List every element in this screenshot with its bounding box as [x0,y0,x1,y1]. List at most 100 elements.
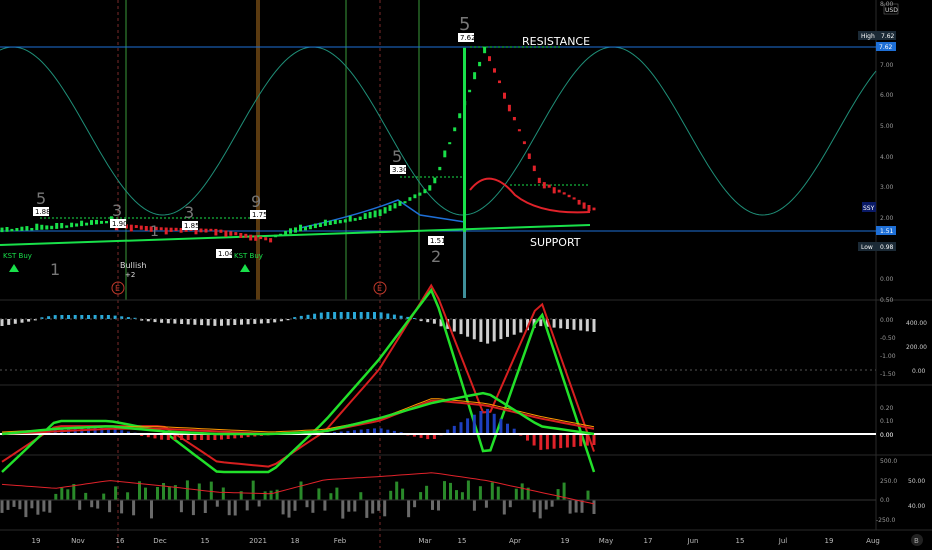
candle[interactable] [129,224,133,232]
candle[interactable] [587,205,591,212]
candle[interactable] [393,203,397,209]
candle[interactable] [418,192,422,196]
candle[interactable] [284,230,288,235]
candle[interactable] [244,233,248,238]
candle[interactable] [333,219,337,225]
candle[interactable] [264,237,268,241]
candle[interactable] [458,113,462,119]
candle[interactable] [174,227,178,231]
candle[interactable] [15,228,19,232]
candle[interactable] [582,202,586,209]
candle[interactable] [512,117,516,121]
candle[interactable] [229,231,233,236]
candle[interactable] [532,165,536,172]
candle[interactable] [453,127,457,132]
candle[interactable] [234,232,238,236]
time-axis[interactable]: 19 Nov 16 Dec 15 2021 18 Feb Mar 15 Apr 19 May 17 Jun 1… [32,537,880,545]
candle[interactable] [473,72,477,80]
candle[interactable] [214,228,218,236]
candle[interactable] [219,229,223,233]
candle[interactable] [209,228,213,232]
candle[interactable] [35,223,39,231]
candle[interactable] [348,215,352,222]
candle[interactable] [5,227,9,232]
candle[interactable] [95,219,98,225]
candle[interactable] [443,150,447,158]
candle[interactable] [398,201,402,206]
candle[interactable] [90,220,93,225]
candle[interactable] [323,219,327,226]
spike-candle[interactable] [463,47,466,233]
candle[interactable] [552,187,556,194]
candle[interactable] [572,197,576,200]
candle[interactable] [269,238,273,243]
candle[interactable] [498,80,501,84]
candle[interactable] [493,68,496,73]
candle[interactable] [60,223,64,229]
candle[interactable] [55,223,59,229]
candle[interactable] [353,218,357,221]
candle[interactable] [507,104,511,112]
candle[interactable] [537,177,541,184]
price-axis[interactable]: USD 8.00 7.00 6.00 5.00 4.00 3.00 2.00 1… [858,1,899,283]
trading-chart[interactable]: RESISTANCE SUPPORT KST Buy KST Buy Bulli… [0,0,932,550]
candle[interactable] [294,227,297,233]
candle[interactable] [100,220,103,224]
candle[interactable] [542,182,546,189]
candle[interactable] [159,227,163,231]
candle[interactable] [408,197,412,201]
candle[interactable] [224,230,228,237]
candle[interactable] [105,221,108,224]
candle[interactable] [144,226,148,231]
candle[interactable] [592,207,596,211]
candle[interactable] [562,192,566,195]
candle[interactable] [279,233,283,236]
earnings-marker-2[interactable]: E [373,281,387,295]
candle[interactable] [577,199,581,205]
candle[interactable] [134,225,138,228]
candle[interactable] [85,222,89,226]
candle[interactable] [308,225,312,230]
candle[interactable] [343,219,347,223]
candle[interactable] [40,224,44,230]
candle[interactable] [0,227,4,233]
candle[interactable] [259,236,263,240]
candle[interactable] [50,225,54,230]
candle[interactable] [318,222,322,227]
candle[interactable] [204,228,208,233]
candle[interactable] [304,226,307,231]
candle[interactable] [527,153,531,160]
candle[interactable] [483,46,487,54]
candle[interactable] [358,216,362,220]
candle[interactable] [25,226,29,231]
candle[interactable] [10,228,14,232]
candle[interactable] [478,61,482,67]
candle[interactable] [363,213,367,219]
candle[interactable] [557,189,561,193]
candle[interactable] [299,224,302,232]
candle[interactable] [70,222,74,228]
candle[interactable] [448,142,452,145]
candle[interactable] [80,220,84,227]
candle[interactable] [313,223,317,229]
candle[interactable] [503,92,506,99]
candle[interactable] [433,177,437,184]
candle[interactable] [254,235,258,241]
candle[interactable] [20,226,24,231]
candle[interactable] [164,227,168,235]
candle[interactable] [65,225,69,228]
candle[interactable] [30,228,34,231]
candle[interactable] [239,233,243,238]
candle[interactable] [274,234,278,238]
candle[interactable] [438,166,442,171]
candle[interactable] [403,201,407,204]
candle[interactable] [338,220,342,224]
candle[interactable] [413,194,417,199]
candle[interactable] [567,194,571,198]
candle[interactable] [45,225,49,230]
candle[interactable] [139,225,143,230]
candle[interactable] [368,211,372,219]
candle[interactable] [373,210,377,218]
candle[interactable] [522,141,526,145]
candle[interactable] [468,89,472,93]
